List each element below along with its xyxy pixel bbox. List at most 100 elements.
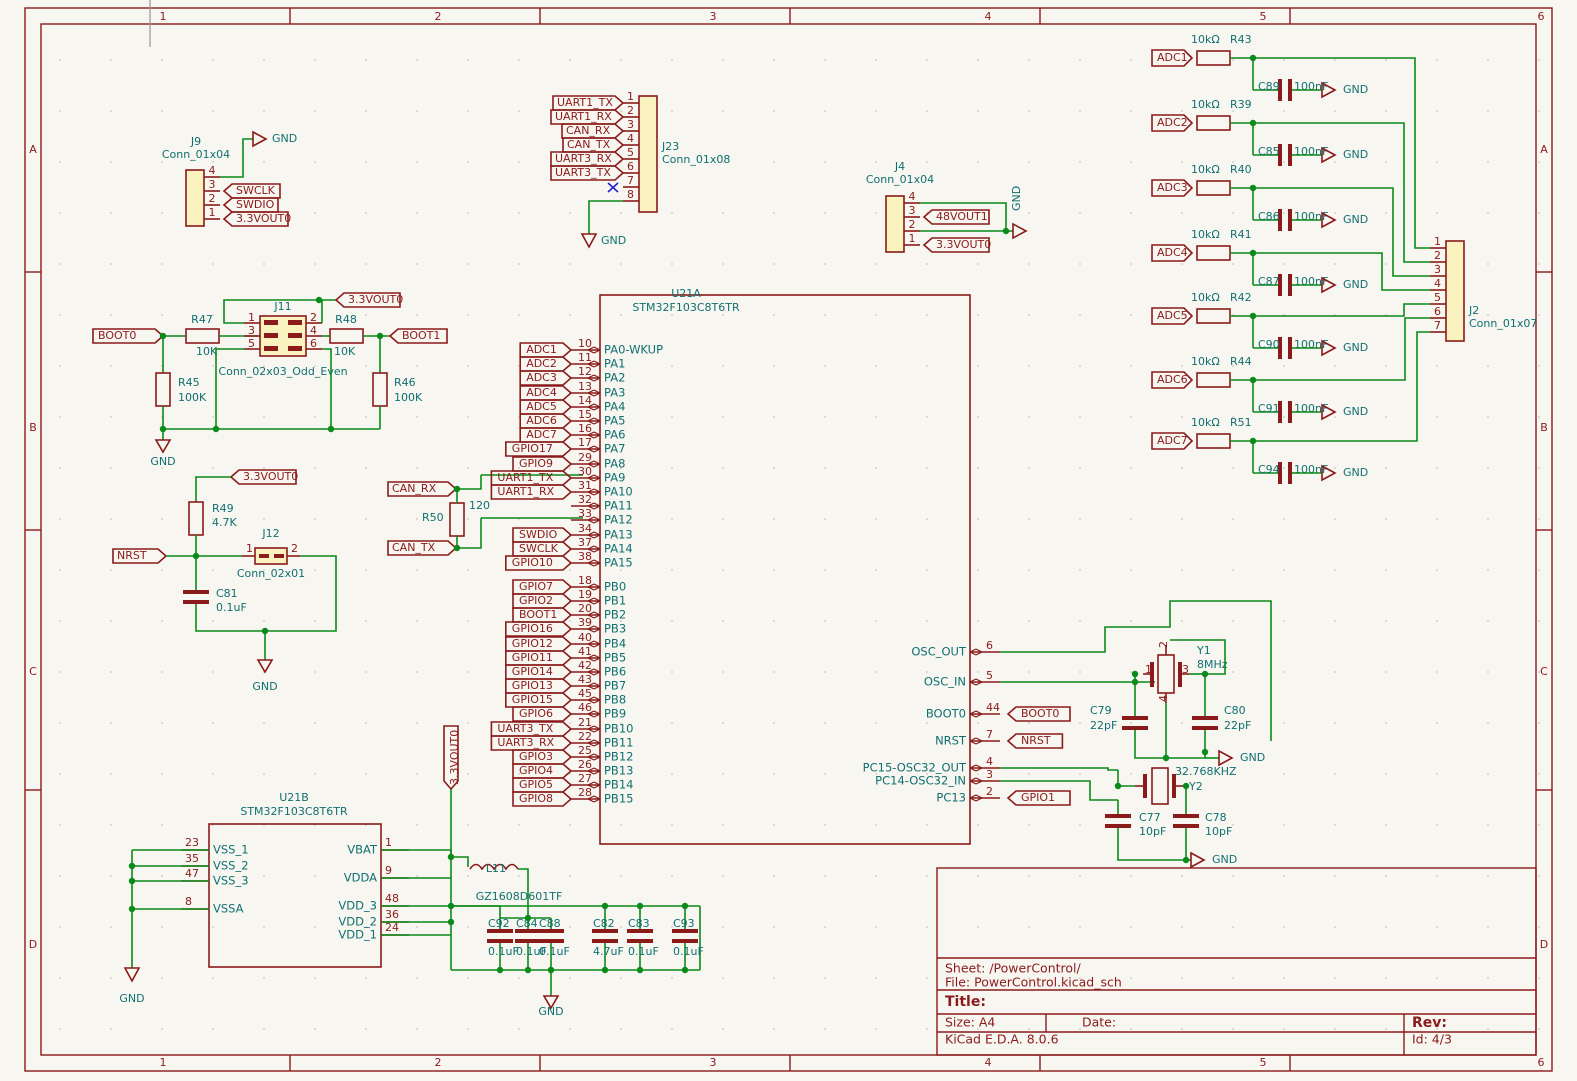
u21a-pin-pb0[interactable]: 18 PB0 GPIO7 xyxy=(512,574,626,595)
net-33vout0-reset[interactable]: 3.3VOUT0 xyxy=(229,469,298,485)
u21a-port-b[interactable]: 18 PB0 GPIO7 19 PB1 GPIO2 20 PB2 BOOT1 39 PB3 GPIO1… xyxy=(490,574,633,807)
resistor-r49[interactable]: R49 4.7K xyxy=(188,501,237,536)
net-boot1-label[interactable]: BOOT1 xyxy=(388,328,448,344)
reset-network[interactable]: 3.3VOUT0 R49 4.7K NRST J12 Conn_02x01 1 … xyxy=(112,469,337,693)
capacitor-c81[interactable]: C81 0.1uF xyxy=(183,587,247,614)
u21a-pin-oscin[interactable]: 5 OSC_IN xyxy=(924,669,1000,689)
net-canrx-label[interactable]: CAN_RX xyxy=(387,481,458,497)
resistor-r41[interactable] xyxy=(1196,245,1231,261)
resistor-r43[interactable] xyxy=(1196,50,1231,66)
c92-ref: C92 xyxy=(488,917,510,930)
u21a-pin-boot0[interactable]: 44 BOOT0 BOOT0 xyxy=(926,701,1071,722)
pin-name: VDD_2 xyxy=(338,915,377,929)
resistor-r39[interactable] xyxy=(1196,115,1231,131)
j9-pin-4: 4 xyxy=(209,164,216,177)
adc-filter-adc4[interactable]: ADC410kΩ R41 C87 100nF GND xyxy=(1151,228,1368,296)
j4-net-48vout1[interactable]: 48VOUT1 xyxy=(922,209,990,225)
mcu-u21b[interactable]: U21B STM32F103C8T6TR 23 VSS_1 35 VSS_2 47 VSS… xyxy=(119,791,409,1005)
title-block[interactable]: Sheet: /PowerControl/ File: PowerControl… xyxy=(936,867,1537,1056)
u21a-pin-oscout[interactable]: 6 OSC_OUT xyxy=(911,639,1000,659)
capacitor-c83[interactable]: C83 0.1uF xyxy=(627,902,659,974)
connector-j11[interactable]: J11 Conn_02x03_Odd_Even 1 3 5 2 4 6 xyxy=(218,300,347,378)
mcu-u21a[interactable]: U21A STM32F103C8T6TR 10 PA0-WKUP ADC1 11 PA1… xyxy=(490,287,1071,845)
connector-j4[interactable]: J4 Conn_01x04 4 3 2 1 GND 48VOUT1 3.3VOU… xyxy=(866,160,1028,253)
connector-j23[interactable]: J23 Conn_01x08 1 2 3 4 5 6 7 8 UART1_TX … xyxy=(550,90,730,249)
u21b-pin-vdda[interactable]: 9 VDDA xyxy=(344,864,409,885)
u21b-pin-vssa[interactable]: 8 VSSA xyxy=(181,895,244,916)
net-boot0-label[interactable]: BOOT0 xyxy=(92,328,165,344)
adc-filter-network[interactable]: ADC110kΩ R43C89 100nF GNDADC210kΩ R39C85 100n… xyxy=(1151,33,1368,484)
resistor-r47[interactable]: R47 10K xyxy=(185,313,220,358)
adc-filter-adc2[interactable]: ADC210kΩ R39 C85 100nF GND xyxy=(1151,98,1368,166)
j9-net-33vout0[interactable]: 3.3VOUT0 xyxy=(222,211,291,227)
net-33vout0-decoupling[interactable]: 3.3VOUT0 xyxy=(443,725,461,791)
connector-j9[interactable]: J9 Conn_01x04 4 3 2 1 GND SWCLK SWDIO 3.… xyxy=(162,130,297,227)
c90-ref: C90 xyxy=(1258,338,1280,351)
crystal-y2-circuit[interactable]: 32.768KHZ Y2 C77 10pF C78 10pF GND xyxy=(1000,765,1237,869)
resistor-r46[interactable]: R46 100K xyxy=(372,372,423,407)
u21a-pin-pc15osc32out[interactable]: 4 PC15-OSC32_OUT xyxy=(863,755,1000,775)
resistor-r45[interactable]: R45 100K xyxy=(155,372,207,407)
capacitor-c77[interactable]: C77 10pF xyxy=(1105,811,1166,838)
capacitor-c82[interactable]: C82 4.7uF xyxy=(592,902,624,974)
adc-filter-adc5[interactable]: ADC510kΩ R42 C90 100nF GND xyxy=(1151,291,1368,359)
pin-name: PA10 xyxy=(604,485,633,499)
j23-net-cantx[interactable]: CAN_TX xyxy=(562,137,625,153)
resistor-r42[interactable] xyxy=(1196,308,1231,324)
u21b-left-pins[interactable]: 23 VSS_1 35 VSS_2 47 VSS_3 8 VSSA xyxy=(181,836,249,916)
pin-number: 36 xyxy=(385,908,399,921)
adc-filter-adc6[interactable]: ADC610kΩ R44 C91 100nF GND xyxy=(1151,355,1368,423)
boot-network[interactable]: BOOT0 R47 10K J11 Conn_02x03_Odd_Even 1 … xyxy=(92,292,448,468)
j9-net-swdio[interactable]: SWDIO xyxy=(222,197,279,213)
schematic-canvas[interactable]: 1 2 3 4 5 6 1 2 3 4 5 6 A B C D A B C D … xyxy=(0,0,1577,1081)
net-label: GPIO9 xyxy=(519,457,553,470)
r41-value: 10kΩ xyxy=(1191,228,1220,241)
crystal-y1[interactable]: 1 3 2 4 Y1 8MHz xyxy=(1143,641,1228,703)
connector-j2[interactable]: 1 2 3 4 5 6 7 J2 Conn_01x07 xyxy=(1253,57,1537,442)
u21a-pin-pc13[interactable]: 2 PC13 GPIO1 xyxy=(936,785,1071,806)
u21a-port-a[interactable]: 10 PA0-WKUP ADC1 11 PA1 ADC2 12 PA2 ADC3 13 PA3 ADC… xyxy=(490,337,663,571)
j23-net-uart3tx[interactable]: UART3_TX xyxy=(550,165,625,181)
capacitor-c79[interactable]: C79 22pF xyxy=(1090,704,1148,732)
c88-value: 0.1uF xyxy=(539,945,570,958)
net-33vout0-boot[interactable]: 3.3VOUT0 xyxy=(334,292,403,308)
resistor-r48[interactable]: R48 10K xyxy=(329,313,364,358)
r39-ref: R39 xyxy=(1230,98,1252,111)
j4-net-33vout0[interactable]: 3.3VOUT0 xyxy=(922,237,991,253)
pin-number: 27 xyxy=(578,772,592,785)
pin-number: 20 xyxy=(578,602,592,615)
capacitor-c92[interactable]: C92 0.1uF xyxy=(487,917,519,974)
u21b-right-pins[interactable]: 1 VBAT 9 VDDA 48 VDD_3 36 VDD_2 24 VDD_1 xyxy=(338,836,409,942)
resistor-r44[interactable] xyxy=(1196,372,1231,388)
j23-net-uart1tx[interactable]: UART1_TX xyxy=(552,95,625,111)
capacitor-c93[interactable]: C93 0.1uF xyxy=(672,902,704,974)
j9-net-swclk[interactable]: SWCLK xyxy=(222,183,281,199)
ferrite-l11[interactable]: L11 GZ1608D601TF xyxy=(469,862,562,903)
net-nrst-label[interactable]: NRST xyxy=(112,548,168,564)
connector-j12[interactable]: J12 Conn_02x01 1 2 xyxy=(237,527,305,580)
capacitor-c78[interactable]: C78 10pF xyxy=(1173,811,1232,838)
j23-net-uart3rx[interactable]: UART3_RX xyxy=(550,151,625,167)
resistor-r50[interactable]: R50 120 xyxy=(422,499,490,537)
pin-name: PB6 xyxy=(604,665,626,679)
net-cantx-label[interactable]: CAN_TX xyxy=(387,540,458,556)
pin-number: 13 xyxy=(578,380,592,393)
adc-filter-adc1[interactable]: ADC110kΩ R43 C89 100nF GND xyxy=(1151,33,1368,101)
schematic-sheet[interactable]: 1 2 3 4 5 6 1 2 3 4 5 6 A B C D A B C D … xyxy=(0,0,1577,1081)
j12-pin-1: 1 xyxy=(246,542,253,555)
capacitor-c80[interactable]: C80 22pF xyxy=(1192,704,1251,732)
pin-number: 10 xyxy=(578,337,592,350)
resistor-r51[interactable] xyxy=(1196,433,1231,449)
u21b-pin-vbat[interactable]: 1 VBAT xyxy=(347,836,409,857)
j23-net-uart1rx[interactable]: UART1_RX xyxy=(550,109,625,125)
u21a-pin-nrst[interactable]: 7 NRST NRST xyxy=(935,728,1064,749)
j23-net-canrx[interactable]: CAN_RX xyxy=(561,123,625,139)
capacitor-c88[interactable]: C88 0.1uF xyxy=(538,917,570,974)
u21a-right-pins[interactable]: 6 OSC_OUT 5 OSC_IN 44 BOOT0 BOOT0 7 NRST NRST 4 PC1… xyxy=(863,639,1071,806)
resistor-r40[interactable] xyxy=(1196,180,1231,196)
adc-filter-adc7[interactable]: ADC710kΩ R51 C94 100nF GND xyxy=(1151,416,1368,484)
u21b-value: STM32F103C8T6TR xyxy=(240,805,348,818)
adc-filter-adc3[interactable]: ADC310kΩ R40 C86 100nF GND xyxy=(1151,163,1368,231)
pin-number: 41 xyxy=(578,645,592,658)
net-label: BOOT1 xyxy=(519,608,557,621)
